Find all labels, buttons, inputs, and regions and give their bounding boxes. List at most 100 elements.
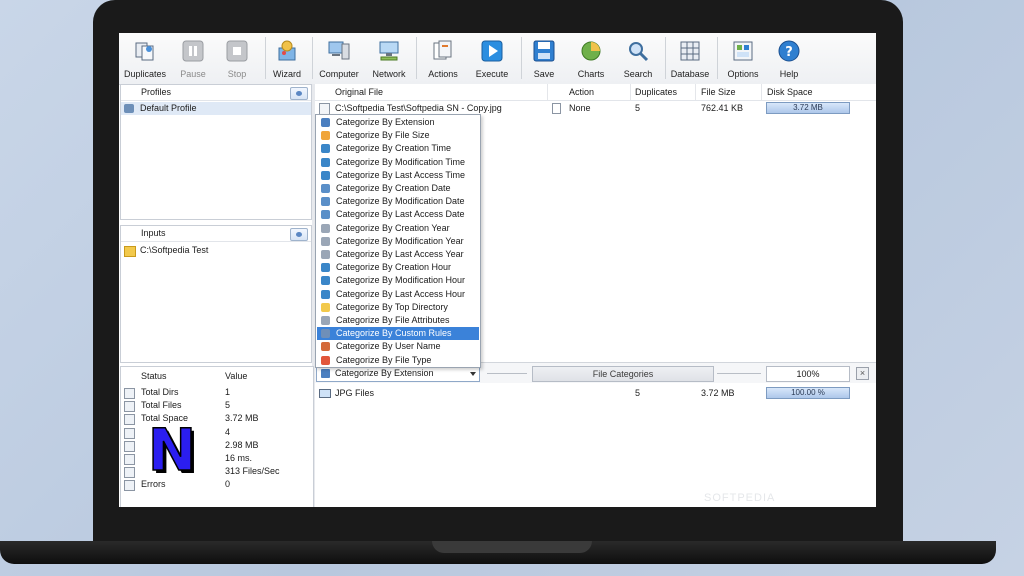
categorize-option-icon — [321, 210, 330, 220]
categorize-option-icon — [321, 131, 330, 141]
categories-list: JPG Files 5 3.72 MB 100.00 % — [315, 383, 876, 507]
categorize-option-icon — [321, 302, 330, 312]
actions-button[interactable]: Actions — [418, 35, 468, 81]
execute-button[interactable]: Execute — [467, 35, 517, 81]
menu-item[interactable]: Categorize By Creation Year — [317, 222, 479, 235]
row-action: None — [569, 103, 591, 113]
row-duplicates: 5 — [635, 103, 641, 113]
category-size: 3.72 MB — [701, 388, 735, 398]
col-file-size[interactable]: File Size — [701, 87, 736, 97]
column-divider — [547, 84, 548, 100]
wizard-button[interactable]: Wizard — [262, 35, 312, 81]
categorize-option-icon — [321, 316, 330, 325]
menu-item[interactable]: Categorize By File Size — [317, 129, 479, 142]
toolbar: Duplicates Pause Stop Wizard Computer Ne… — [119, 33, 876, 85]
image-file-icon — [319, 389, 331, 398]
menu-item[interactable]: Categorize By Top Directory — [317, 301, 479, 314]
menu-item-label: Categorize By User Name — [336, 341, 441, 352]
status-icon — [124, 440, 135, 452]
stop-icon — [226, 40, 248, 62]
save-button[interactable]: Save — [519, 35, 569, 81]
col-action[interactable]: Action — [569, 87, 594, 97]
menu-item[interactable]: Categorize By Last Access Hour — [317, 288, 479, 301]
menu-item[interactable]: Categorize By Last Access Time — [317, 169, 479, 182]
actions-label: Actions — [428, 69, 458, 79]
menu-item[interactable]: Categorize By Creation Hour — [317, 261, 479, 274]
duplicates-button[interactable]: Duplicates — [120, 35, 170, 81]
add-input-button[interactable] — [290, 228, 308, 241]
computer-button[interactable]: Computer — [314, 35, 364, 81]
menu-item[interactable]: Categorize By Modification Year — [317, 235, 479, 248]
app-window: Duplicates Pause Stop Wizard Computer Ne… — [119, 33, 876, 507]
status-row: Total Dirs 1 — [121, 386, 313, 399]
menu-item-label: Categorize By File Size — [336, 130, 430, 141]
close-icon[interactable]: × — [856, 367, 869, 380]
database-label: Database — [670, 69, 710, 79]
wizard-label: Wizard — [272, 69, 301, 79]
status-value: 1 — [225, 387, 231, 397]
menu-item[interactable]: Categorize By Creation Time — [317, 142, 479, 155]
network-button[interactable]: Network — [364, 35, 414, 81]
menu-item[interactable]: Categorize By Custom Rules — [317, 327, 479, 341]
menu-item-label: Categorize By Custom Rules — [336, 328, 452, 339]
disk-space-bar: 3.72 MB — [766, 102, 850, 114]
menu-item-label: Categorize By Creation Hour — [336, 262, 452, 273]
computer-label: Computer — [319, 69, 359, 79]
status-icon — [124, 467, 135, 479]
search-label: Search — [623, 69, 653, 79]
help-label: Help — [779, 69, 799, 79]
menu-item[interactable]: Categorize By Last Access Year — [317, 248, 479, 261]
categorize-combo[interactable]: Categorize By Extension — [316, 366, 480, 382]
search-button[interactable]: Search — [613, 35, 663, 81]
folder-icon — [124, 246, 136, 257]
options-icon — [733, 41, 753, 61]
status-value: 16 ms. — [225, 453, 253, 463]
pause-button[interactable]: Pause — [168, 35, 218, 81]
input-item[interactable]: C:\Softpedia Test — [121, 244, 311, 257]
categorize-option-icon — [321, 276, 330, 286]
menu-item-label: Categorize By Last Access Date — [336, 209, 465, 220]
wizard-icon — [278, 40, 296, 61]
execute-label: Execute — [475, 69, 509, 79]
categorize-option-icon — [321, 197, 330, 207]
categorize-option-icon — [321, 118, 330, 127]
help-button[interactable]: ? Help — [764, 35, 814, 81]
charts-label: Charts — [577, 69, 605, 79]
category-count: 5 — [635, 388, 641, 398]
categorize-option-icon — [321, 250, 330, 259]
stop-button[interactable]: Stop — [212, 35, 262, 81]
menu-item[interactable]: Categorize By Extension — [317, 116, 479, 129]
menu-item-label: Categorize By File Type — [336, 354, 432, 365]
profile-icon — [124, 104, 134, 113]
menu-item[interactable]: Categorize By Modification Date — [317, 195, 479, 208]
menu-item-label: Categorize By Modification Time — [336, 156, 466, 167]
add-profile-button[interactable] — [290, 87, 308, 100]
charts-button[interactable]: Charts — [566, 35, 616, 81]
menu-item[interactable]: Categorize By Modification Time — [317, 156, 479, 169]
menu-item[interactable]: Categorize By User Name — [317, 340, 479, 353]
results-header: Original File Action Duplicates File Siz… — [315, 84, 876, 101]
menu-item[interactable]: Categorize By File Type — [317, 354, 479, 367]
col-duplicates[interactable]: Duplicates — [635, 87, 677, 97]
row-file-size: 762.41 KB — [701, 103, 744, 113]
action-icon — [552, 103, 561, 114]
list-item[interactable]: JPG Files 5 3.72 MB 100.00 % — [315, 386, 876, 400]
file-categories-button[interactable]: File Categories — [532, 366, 714, 382]
menu-item[interactable]: Categorize By Creation Date — [317, 182, 479, 195]
value-col-header: Value — [225, 371, 248, 381]
menu-item[interactable]: Categorize By Modification Hour — [317, 274, 479, 287]
inputs-header: Inputs — [121, 226, 311, 242]
divider — [717, 373, 761, 374]
col-disk-space[interactable]: Disk Space — [767, 87, 813, 97]
menu-item[interactable]: Categorize By Last Access Date — [317, 208, 479, 221]
options-button[interactable]: Options — [718, 35, 768, 81]
menu-item[interactable]: Categorize By File Attributes — [317, 314, 479, 327]
database-button[interactable]: Database — [665, 35, 715, 81]
col-original-file[interactable]: Original File — [335, 87, 383, 97]
input-item-label: C:\Softpedia Test — [140, 245, 209, 255]
status-value: 5 — [225, 400, 231, 411]
menu-item-label: Categorize By Modification Year — [336, 235, 464, 246]
table-row[interactable]: C:\Softpedia Test\Softpedia SN - Copy.jp… — [315, 101, 876, 115]
profile-item[interactable]: Default Profile — [121, 102, 311, 115]
actions-icon — [433, 40, 452, 60]
